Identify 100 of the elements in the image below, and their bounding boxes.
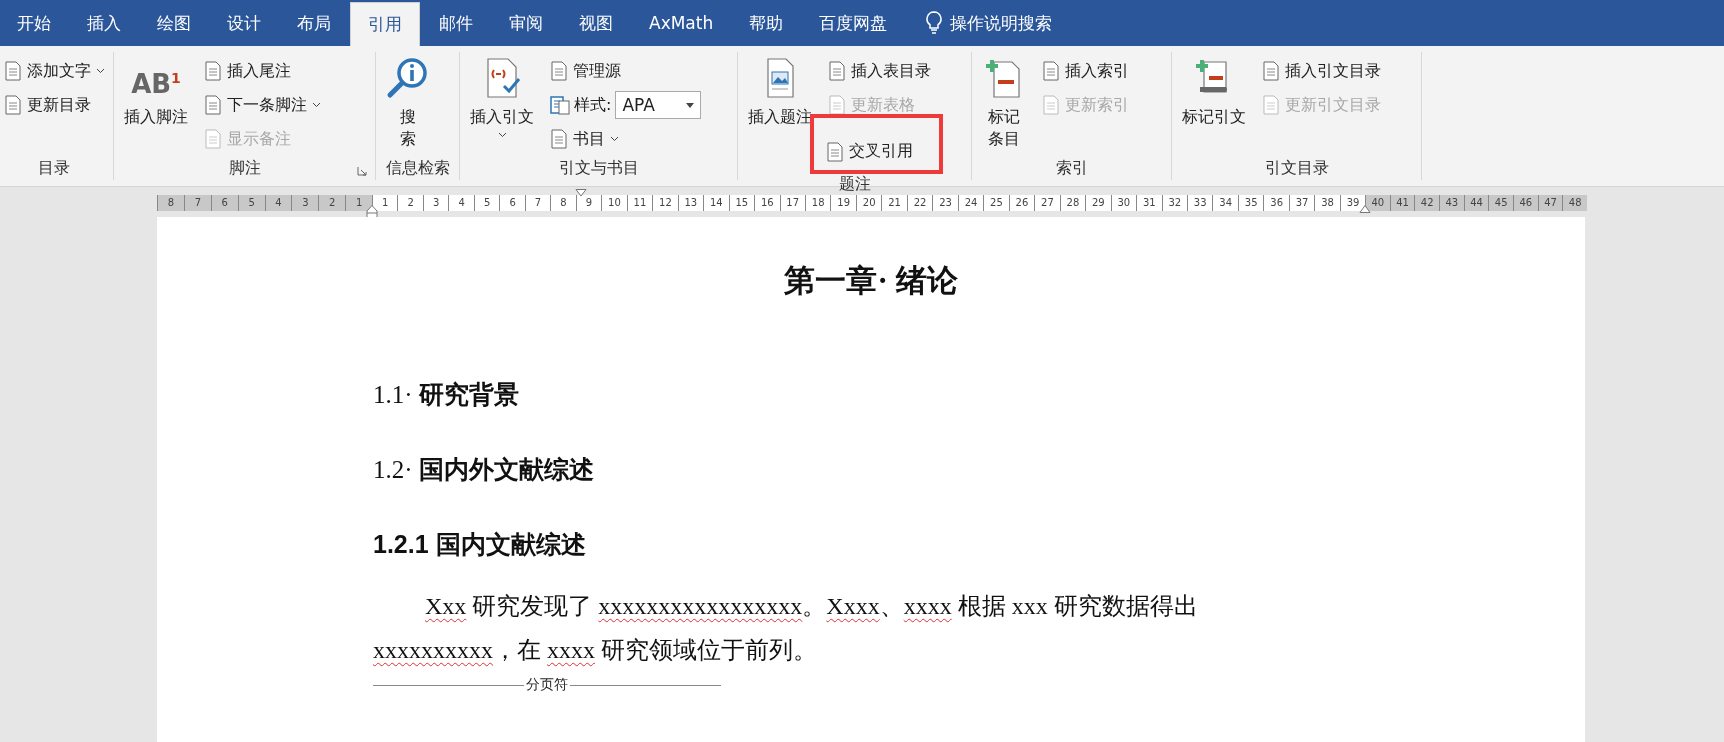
ribbon-button[interactable]: 下一条脚注: [198, 90, 327, 120]
ribbon-button[interactable]: 管理源: [544, 56, 702, 86]
group-label: 信息检索: [385, 157, 450, 179]
ribbon-button[interactable]: 插入尾注: [198, 56, 327, 86]
ruler-number: 13: [677, 195, 704, 211]
ribbon-button[interactable]: 更新目录: [0, 90, 111, 120]
ruler-number: 6: [210, 195, 238, 211]
ribbon-large-button[interactable]: 标记 条目: [976, 52, 1032, 156]
ruler-number: 15: [728, 195, 755, 211]
document-icon: [1262, 61, 1280, 81]
ruler-number: 6: [499, 195, 525, 211]
ruler-number: 43: [1439, 195, 1464, 211]
ruler-number: 7: [524, 195, 551, 211]
ribbon-tab[interactable]: 审阅: [492, 0, 560, 46]
document-icon: [550, 129, 568, 149]
search-icon: [386, 56, 430, 100]
body-paragraph: Xxx 研究发现了 xxxxxxxxxxxxxxxxx。Xxxx、xxxx 根据 xxx 研究数据得出 xxxxxxxxxx，在 xxxx 研究领域位于前列。: [373, 592, 1199, 665]
ruler-number: 8: [550, 195, 576, 211]
ribbon-button[interactable]: 添加文字: [0, 56, 111, 86]
dropdown-arrow-icon: [686, 102, 695, 108]
dialog-launcher-icon[interactable]: [357, 166, 367, 176]
document-icon: [1262, 95, 1280, 115]
ruler-number: 45: [1488, 195, 1514, 211]
lightbulb-icon: [926, 11, 943, 35]
ruler-number: 37: [1288, 195, 1315, 211]
document-icon: [4, 61, 22, 81]
ruler-number: 7: [183, 195, 211, 211]
ruler-number: 25: [983, 195, 1009, 211]
ruler-number: 5: [237, 195, 265, 211]
ruler-number: 2: [318, 195, 346, 211]
document-icon: [1042, 95, 1060, 115]
ribbon-tab[interactable]: 布局: [280, 0, 348, 46]
group-label: 脚注: [228, 157, 261, 179]
ribbon-button[interactable]: 插入索引: [1036, 56, 1135, 86]
ruler-number: 23: [932, 195, 958, 211]
ruler-number: 34: [1212, 195, 1238, 211]
document-icon: [204, 61, 222, 81]
ruler-number: 48: [1562, 195, 1588, 211]
chapter-title: 第一章· 绪论: [783, 262, 959, 300]
ruler-number: 29: [1085, 195, 1111, 211]
ruler-number: 47: [1537, 195, 1563, 211]
style-dropdown[interactable]: APA: [615, 91, 702, 119]
ribbon-tab[interactable]: 帮助: [732, 0, 801, 46]
ribbon-large-button[interactable]: 标记引文: [1176, 52, 1252, 156]
ruler-number: 22: [906, 195, 933, 211]
document-icon: [4, 95, 22, 115]
section-heading: 1.1· 研究背景: [373, 379, 520, 410]
ribbon-button[interactable]: 插入表目录: [822, 56, 943, 86]
ruler-number: 18: [804, 195, 831, 211]
group-label: 引文目录: [1264, 157, 1329, 179]
ruler-number: 14: [703, 195, 729, 211]
ruler-number: 27: [1034, 195, 1060, 211]
ruler-number: 20: [855, 195, 882, 211]
first-line-indent-marker[interactable]: [575, 189, 587, 197]
ribbon-tab[interactable]: 百度网盘: [802, 0, 905, 46]
page-break-label: 分页符: [524, 676, 570, 694]
ribbon-large-button[interactable]: AB$^{1}$ 插入脚注: [118, 52, 194, 156]
ruler-number: 41: [1389, 195, 1415, 211]
ruler-number: 38: [1314, 195, 1340, 211]
ribbon-tab[interactable]: 设计: [210, 0, 278, 46]
ribbon-tab[interactable]: AxMath: [632, 0, 731, 46]
ruler-number: 28: [1059, 195, 1086, 211]
ribbon-tab[interactable]: 绘图: [140, 0, 208, 46]
ribbon-tab[interactable]: 引用: [350, 2, 420, 46]
ruler-number: 2: [397, 195, 423, 211]
group-label: 题注: [838, 174, 871, 195]
ruler-number: 16: [754, 195, 780, 211]
ruler-number: 21: [881, 195, 907, 211]
document-icon: [550, 61, 568, 81]
ruler-number: 33: [1187, 195, 1213, 211]
ribbon-button[interactable]: 书目: [544, 124, 702, 154]
footnote-icon: AB$^{1}$: [131, 56, 181, 100]
document-icon: [826, 142, 844, 162]
right-indent-marker[interactable]: [1359, 205, 1371, 213]
ruler-number: 8: [157, 195, 184, 211]
group-label: 目录: [37, 157, 70, 179]
ruler-number: 17: [779, 195, 805, 211]
ruler-number: 32: [1161, 195, 1187, 211]
ruler-number: 44: [1463, 195, 1489, 211]
ribbon-tab[interactable]: 视图: [562, 0, 630, 46]
ribbon-tab[interactable]: 邮件: [422, 0, 490, 46]
ruler-number: 11: [626, 195, 653, 211]
ruler-number: 42: [1414, 195, 1439, 211]
ruler-number: 35: [1237, 195, 1264, 211]
ruler-number: 3: [291, 195, 319, 211]
ribbon-large-button[interactable]: 插入引文: [464, 52, 540, 156]
ruler-number: 4: [448, 195, 474, 211]
ruler-number: 4: [264, 195, 292, 211]
ribbon-large-button[interactable]: 搜 索: [380, 52, 436, 156]
ribbon-button[interactable]: 交叉引用: [810, 114, 943, 174]
ruler-number: 46: [1513, 195, 1538, 211]
group-label: 索引: [1055, 157, 1088, 179]
tell-me-search[interactable]: 操作说明搜索: [942, 0, 1061, 46]
document-icon: [204, 95, 222, 115]
document-icon: [828, 61, 846, 81]
ribbon-tab[interactable]: 开始: [0, 0, 68, 46]
ruler-number: 19: [830, 195, 856, 211]
section-heading: 1.2· 国内外文献综述: [373, 454, 595, 485]
ribbon-tab[interactable]: 插入: [70, 0, 138, 46]
ribbon-button[interactable]: 插入引文目录: [1256, 56, 1387, 86]
